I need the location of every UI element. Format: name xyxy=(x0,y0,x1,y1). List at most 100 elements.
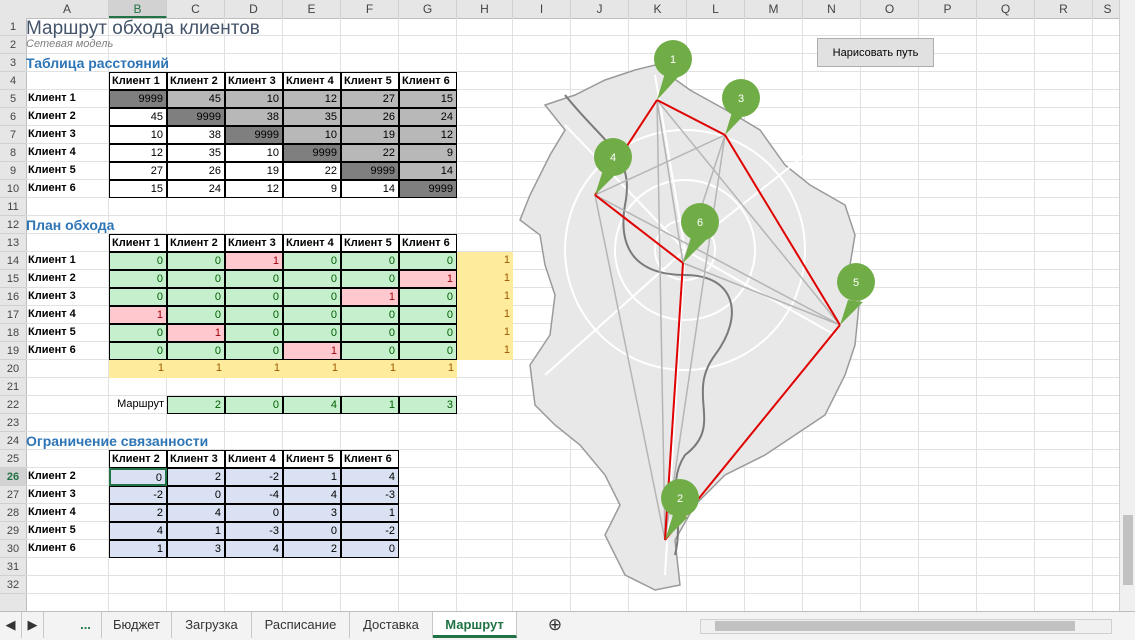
column-header[interactable]: O xyxy=(861,0,919,18)
row-header[interactable]: 7 xyxy=(0,126,26,144)
row-header[interactable]: 10 xyxy=(0,180,26,198)
distance-cell[interactable]: 9999 xyxy=(341,162,399,180)
column-header[interactable]: J xyxy=(571,0,629,18)
plan-cell[interactable]: 0 xyxy=(283,324,341,342)
row-header[interactable]: 3 xyxy=(0,54,26,72)
distance-cell[interactable]: 12 xyxy=(109,144,167,162)
row-header[interactable]: 12 xyxy=(0,216,26,234)
distance-cell[interactable]: 27 xyxy=(109,162,167,180)
constraint-cell[interactable]: 4 xyxy=(167,504,225,522)
constraint-row-label[interactable]: Клиент 3 xyxy=(26,486,109,504)
row-header[interactable]: 26 xyxy=(0,468,26,486)
distance-col-header[interactable]: Клиент 5 xyxy=(341,72,399,90)
constraint-row-label[interactable]: Клиент 2 xyxy=(26,468,109,486)
plan-cell[interactable]: 0 xyxy=(109,324,167,342)
column-header[interactable]: A xyxy=(26,0,109,18)
constraint-cell[interactable]: 4 xyxy=(225,540,283,558)
distance-cell[interactable]: 10 xyxy=(109,126,167,144)
distance-cell[interactable]: 15 xyxy=(109,180,167,198)
constraint-cell[interactable]: 0 xyxy=(341,540,399,558)
tab-more[interactable]: ... xyxy=(70,612,102,638)
plan-cell[interactable]: 0 xyxy=(109,252,167,270)
column-header[interactable]: B xyxy=(109,0,167,18)
distance-cell[interactable]: 19 xyxy=(341,126,399,144)
constraint-cell[interactable]: 4 xyxy=(283,486,341,504)
constraint-row-label[interactable]: Клиент 5 xyxy=(26,522,109,540)
column-header[interactable]: H xyxy=(457,0,513,18)
constraint-cell[interactable]: -2 xyxy=(225,468,283,486)
row-header[interactable]: 30 xyxy=(0,540,26,558)
distance-cell[interactable]: 24 xyxy=(399,108,457,126)
tab-scroll-right[interactable]: ▶ xyxy=(22,612,44,638)
distance-cell[interactable]: 15 xyxy=(399,90,457,108)
plan-col-sum[interactable]: 1 xyxy=(399,360,457,378)
plan-cell[interactable]: 0 xyxy=(225,306,283,324)
distance-row-label[interactable]: Клиент 5 xyxy=(26,162,109,180)
constraint-cell[interactable]: 0 xyxy=(283,522,341,540)
column-header[interactable]: P xyxy=(919,0,977,18)
row-header[interactable]: 8 xyxy=(0,144,26,162)
distance-col-header[interactable]: Клиент 6 xyxy=(399,72,457,90)
constraint-cell[interactable]: 1 xyxy=(341,504,399,522)
distance-cell[interactable]: 9999 xyxy=(167,108,225,126)
hscroll-track[interactable] xyxy=(700,619,1112,634)
constraint-cell[interactable]: -4 xyxy=(225,486,283,504)
distance-col-header[interactable]: Клиент 1 xyxy=(109,72,167,90)
plan-col-sum[interactable]: 1 xyxy=(283,360,341,378)
row-header[interactable]: 14 xyxy=(0,252,26,270)
distance-cell[interactable]: 9 xyxy=(283,180,341,198)
plan-cell[interactable]: 0 xyxy=(167,252,225,270)
distance-cell[interactable]: 9999 xyxy=(283,144,341,162)
distance-cell[interactable]: 45 xyxy=(167,90,225,108)
row-header[interactable]: 32 xyxy=(0,576,26,594)
scroll-thumb[interactable] xyxy=(1123,515,1133,585)
distance-cell[interactable]: 22 xyxy=(283,162,341,180)
distance-cell[interactable]: 9 xyxy=(399,144,457,162)
tab-load[interactable]: Загрузка xyxy=(172,612,252,638)
plan-cell[interactable]: 0 xyxy=(399,252,457,270)
column-header[interactable]: D xyxy=(225,0,283,18)
row-header[interactable]: 5 xyxy=(0,90,26,108)
constraint-cell[interactable]: 1 xyxy=(283,468,341,486)
distance-cell[interactable]: 10 xyxy=(225,144,283,162)
plan-col-header[interactable]: Клиент 5 xyxy=(341,234,399,252)
tab-delivery[interactable]: Доставка xyxy=(350,612,433,638)
plan-cell[interactable]: 1 xyxy=(399,270,457,288)
distance-cell[interactable]: 10 xyxy=(283,126,341,144)
row-header[interactable]: 21 xyxy=(0,378,26,396)
row-header[interactable]: 27 xyxy=(0,486,26,504)
distance-cell[interactable]: 45 xyxy=(109,108,167,126)
plan-row-label[interactable]: Клиент 1 xyxy=(26,252,109,270)
plan-cell[interactable]: 0 xyxy=(341,306,399,324)
plan-cell[interactable]: 1 xyxy=(225,252,283,270)
distance-col-header[interactable]: Клиент 4 xyxy=(283,72,341,90)
row-header[interactable]: 13 xyxy=(0,234,26,252)
plan-cell[interactable]: 0 xyxy=(109,288,167,306)
plan-cell[interactable]: 1 xyxy=(341,288,399,306)
section-distances-title[interactable]: Таблица расстояний xyxy=(26,54,283,72)
distance-cell[interactable]: 38 xyxy=(225,108,283,126)
row-header[interactable]: 11 xyxy=(0,198,26,216)
plan-row-label[interactable]: Клиент 5 xyxy=(26,324,109,342)
distance-col-header[interactable]: Клиент 2 xyxy=(167,72,225,90)
row-header[interactable]: 2 xyxy=(0,36,26,54)
distance-cell[interactable]: 14 xyxy=(341,180,399,198)
column-header[interactable]: E xyxy=(283,0,341,18)
plan-cell[interactable]: 0 xyxy=(225,270,283,288)
section-plan-title[interactable]: План обхода xyxy=(26,216,283,234)
column-header[interactable]: L xyxy=(687,0,745,18)
column-header[interactable]: K xyxy=(629,0,687,18)
constraint-cell[interactable]: -2 xyxy=(109,486,167,504)
constraint-row-label[interactable]: Клиент 4 xyxy=(26,504,109,522)
route-cell[interactable]: 2 xyxy=(167,396,225,414)
plan-cell[interactable]: 0 xyxy=(283,306,341,324)
plan-cell[interactable]: 0 xyxy=(225,342,283,360)
plan-row-label[interactable]: Клиент 4 xyxy=(26,306,109,324)
plan-cell[interactable]: 0 xyxy=(167,270,225,288)
row-header[interactable]: 4 xyxy=(0,72,26,90)
plan-row-label[interactable]: Клиент 6 xyxy=(26,342,109,360)
row-header[interactable]: 18 xyxy=(0,324,26,342)
plan-col-header[interactable]: Клиент 3 xyxy=(225,234,283,252)
row-header[interactable]: 31 xyxy=(0,558,26,576)
tab-route[interactable]: Маршрут xyxy=(433,612,517,638)
